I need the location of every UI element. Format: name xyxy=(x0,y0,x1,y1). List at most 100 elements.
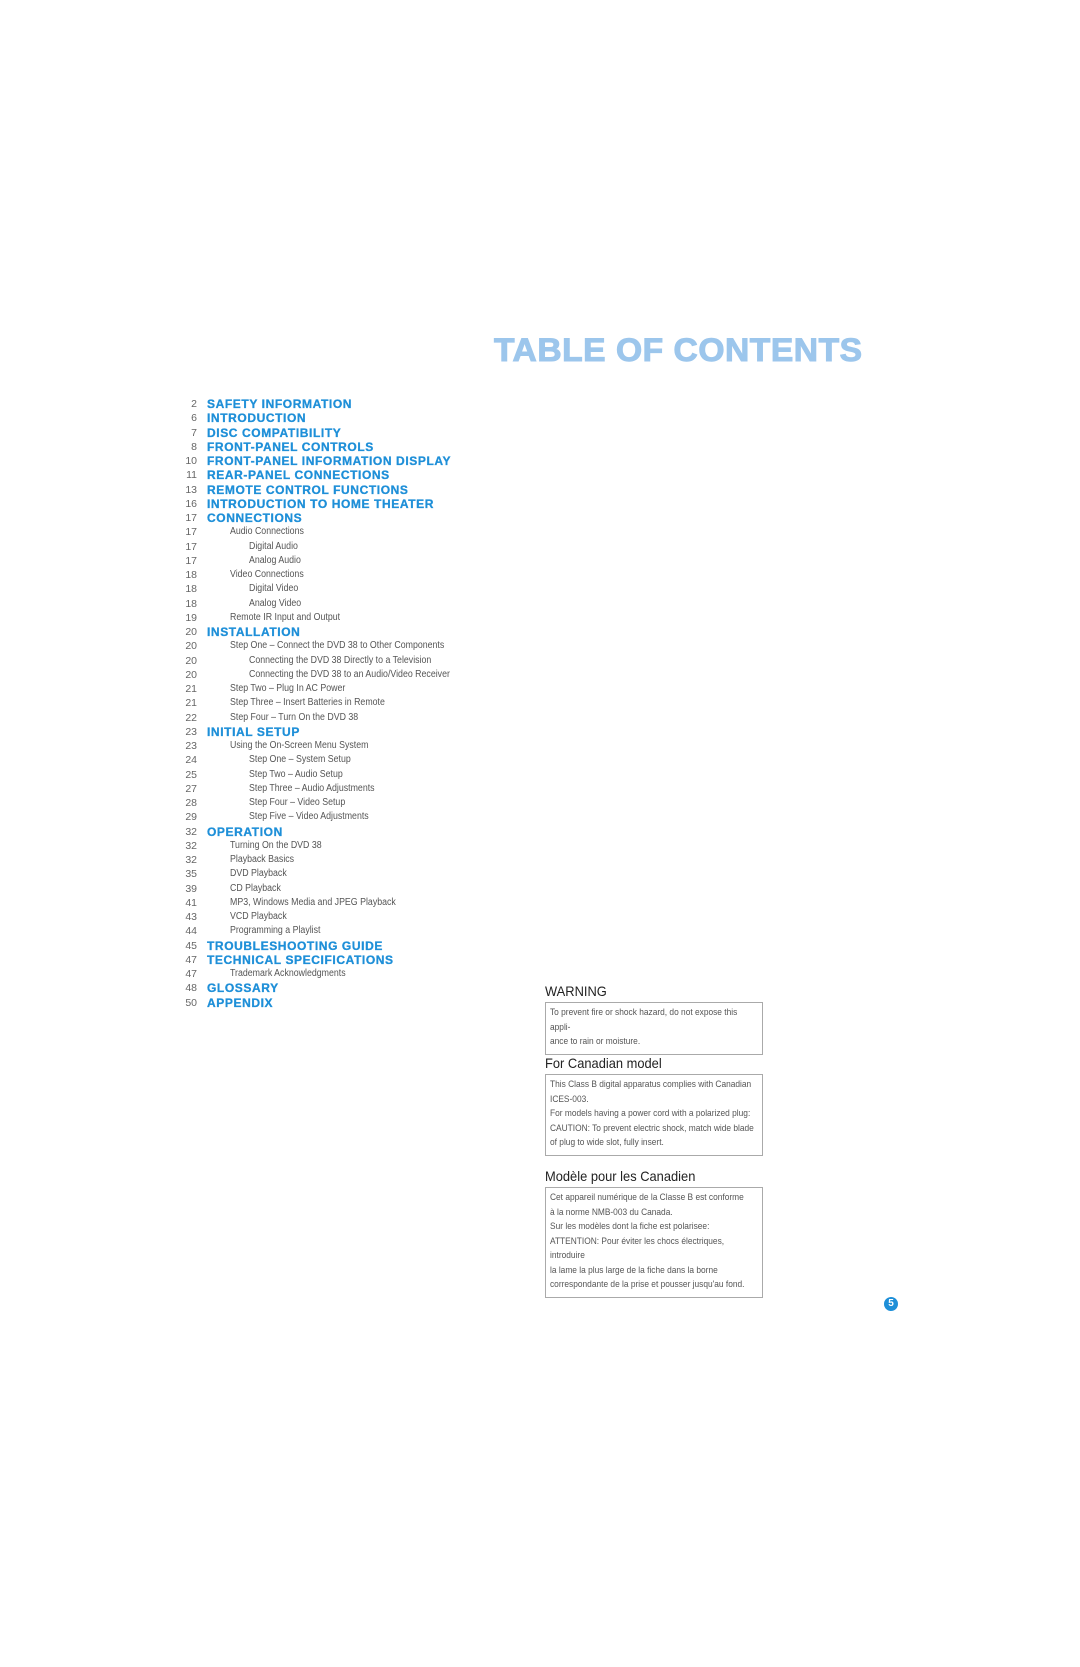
toc-entry[interactable]: 41 MP3, Windows Media and JPEG Playback xyxy=(175,896,535,910)
toc-entry[interactable]: 27 Step Three – Audio Adjustments xyxy=(175,782,535,796)
toc-label: Playback Basics xyxy=(230,854,295,865)
french-heading: Modèle pour les Canadien xyxy=(545,1168,696,1184)
toc-page-number: 21 xyxy=(185,683,197,695)
toc-section[interactable]: 13 REMOTE CONTROL FUNCTIONS xyxy=(175,482,535,497)
toc-entry[interactable]: 18 Analog Video xyxy=(175,597,535,611)
canadian-line: ICES-003. xyxy=(550,1093,589,1105)
toc-section[interactable]: 10 FRONT-PANEL INFORMATION DISPLAY xyxy=(175,454,535,468)
toc-section[interactable]: 2 SAFETY INFORMATION xyxy=(175,397,535,411)
toc-entry[interactable]: 24 Step One – System Setup xyxy=(175,753,535,767)
toc-label: Step One – System Setup xyxy=(249,754,351,766)
toc-section[interactable]: 20 INSTALLATION xyxy=(175,625,535,639)
toc-entry[interactable]: 19 Remote IR Input and Output xyxy=(175,611,535,625)
toc-page-number: 28 xyxy=(185,797,197,809)
toc-entry[interactable]: 17 Analog Audio xyxy=(175,554,535,568)
toc-section[interactable]: 50 APPENDIX xyxy=(175,995,535,1010)
toc-label: INTRODUCTION xyxy=(207,411,307,426)
toc-page-number: 16 xyxy=(185,497,197,510)
toc-page-number: 24 xyxy=(185,754,197,767)
toc-section[interactable]: 48 GLOSSARY xyxy=(175,981,535,995)
french-line: à la norme NMB-003 du Canada. xyxy=(550,1206,673,1218)
toc-section[interactable]: 7 DISC COMPATIBILITY xyxy=(175,425,535,440)
toc-label: INITIAL SETUP xyxy=(207,724,300,739)
page-title: TABLE OF CONTENTS xyxy=(493,332,863,369)
toc-label: CONNECTIONS xyxy=(207,511,303,525)
toc-page-number: 21 xyxy=(185,697,197,710)
toc-entry[interactable]: 23 Using the On-Screen Menu System xyxy=(175,739,535,753)
toc-entry[interactable]: 21 Step Three – Insert Batteries in Remot… xyxy=(175,696,535,710)
toc-label: Connecting the DVD 38 to an Audio/Video … xyxy=(249,668,450,680)
toc-label: Step Two – Plug In AC Power xyxy=(230,683,346,694)
toc-entry[interactable]: 20 Step One – Connect the DVD 38 to Other… xyxy=(175,639,535,653)
toc-page-number: 47 xyxy=(185,968,197,980)
toc-label: DVD Playback xyxy=(230,868,287,880)
toc-label: Step One – Connect the DVD 38 to Other C… xyxy=(230,640,445,652)
toc-page-number: 20 xyxy=(185,654,197,667)
toc-page-number: 41 xyxy=(185,896,197,909)
toc-label: Step Four – Video Setup xyxy=(249,797,346,808)
toc-section[interactable]: 16 INTRODUCTION TO HOME THEATER xyxy=(175,497,535,511)
toc-page-number: 22 xyxy=(185,711,197,724)
toc-label: Digital Video xyxy=(249,583,299,595)
toc-page-number: 32 xyxy=(185,839,197,852)
toc-label: REMOTE CONTROL FUNCTIONS xyxy=(207,482,409,497)
toc-section[interactable]: 47 TECHNICAL SPECIFICATIONS xyxy=(175,953,535,967)
toc-label: Digital Audio xyxy=(249,540,298,552)
toc-section[interactable]: 45 TROUBLESHOOTING GUIDE xyxy=(175,938,535,953)
toc-entry[interactable]: 44 Programming a Playlist xyxy=(175,924,535,938)
toc-entry[interactable]: 21 Step Two – Plug In AC Power xyxy=(175,682,535,696)
toc-label: Video Connections xyxy=(230,569,304,580)
toc-section[interactable]: 8 FRONT-PANEL CONTROLS xyxy=(175,440,535,454)
toc-entry[interactable]: 29 Step Five – Video Adjustments xyxy=(175,810,535,824)
french-line: Cet appareil numérique de la Classe B es… xyxy=(550,1192,744,1203)
toc-entry[interactable]: 32 Turning On the DVD 38 xyxy=(175,839,535,853)
canadian-line: This Class B digital apparatus complies … xyxy=(550,1079,752,1090)
toc-label: OPERATION xyxy=(207,824,283,839)
toc-section[interactable]: 32 OPERATION xyxy=(175,824,535,839)
toc-entry[interactable]: 18 Video Connections xyxy=(175,568,535,582)
toc-label: Remote IR Input and Output xyxy=(230,611,341,623)
toc-page-number: 47 xyxy=(185,953,197,966)
toc-entry[interactable]: 28 Step Four – Video Setup xyxy=(175,796,535,810)
toc-label: TROUBLESHOOTING GUIDE xyxy=(207,938,383,953)
toc-section[interactable]: 17 CONNECTIONS xyxy=(175,511,535,525)
toc-page-number: 17 xyxy=(185,512,197,524)
toc-entry[interactable]: 25 Step Two – Audio Setup xyxy=(175,768,535,782)
toc-page-number: 17 xyxy=(185,554,197,567)
toc-entry[interactable]: 32 Playback Basics xyxy=(175,853,535,867)
toc-page-number: 18 xyxy=(185,583,197,596)
toc-entry[interactable]: 17 Audio Connections xyxy=(175,525,535,539)
toc-entry[interactable]: 20 Connecting the DVD 38 Directly to a Te… xyxy=(175,654,535,668)
toc-entry[interactable]: 39 CD Playback xyxy=(175,882,535,896)
canadian-notice: For Canadian model This Class B digital … xyxy=(545,1055,763,1156)
toc-page-number: 6 xyxy=(191,412,197,425)
toc-page-number: 44 xyxy=(185,925,197,938)
toc-label: Turning On the DVD 38 xyxy=(230,839,322,851)
toc-section[interactable]: 11 REAR-PANEL CONNECTIONS xyxy=(175,468,535,482)
toc-page-number: 18 xyxy=(185,597,197,610)
toc-section[interactable]: 6 INTRODUCTION xyxy=(175,411,535,425)
canadian-line: For models having a power cord with a po… xyxy=(550,1108,751,1119)
toc-entry[interactable]: 35 DVD Playback xyxy=(175,867,535,881)
toc-page-number: 32 xyxy=(185,854,197,866)
toc-label: SAFETY INFORMATION xyxy=(207,397,353,411)
toc-label: CD Playback xyxy=(230,882,281,894)
toc-label: REAR-PANEL CONNECTIONS xyxy=(207,468,390,483)
canadian-line: of plug to wide slot, fully insert. xyxy=(550,1137,664,1148)
toc-entry[interactable]: 18 Digital Video xyxy=(175,582,535,596)
toc-entry[interactable]: 22 Step Four – Turn On the DVD 38 xyxy=(175,711,535,725)
french-line: Sur les modèles dont la fiche est polari… xyxy=(550,1221,710,1232)
toc-entry[interactable]: 20 Connecting the DVD 38 to an Audio/Vide… xyxy=(175,668,535,682)
toc-label: GLOSSARY xyxy=(207,981,279,996)
toc-entry[interactable]: 47 Trademark Acknowledgments xyxy=(175,967,535,981)
toc-label: Trademark Acknowledgments xyxy=(230,968,346,979)
french-line: correspondante de la prise et pousser ju… xyxy=(550,1279,745,1290)
warning-line: ance to rain or moisture. xyxy=(550,1036,641,1047)
toc-page-number: 20 xyxy=(185,668,197,681)
toc-page-number: 13 xyxy=(185,483,197,496)
toc-section[interactable]: 23 INITIAL SETUP xyxy=(175,725,535,739)
toc-entry[interactable]: 43 VCD Playback xyxy=(175,910,535,924)
canadian-line: CAUTION: To prevent electric shock, matc… xyxy=(550,1122,754,1134)
toc-label: Programming a Playlist xyxy=(230,925,321,937)
toc-entry[interactable]: 17 Digital Audio xyxy=(175,540,535,554)
